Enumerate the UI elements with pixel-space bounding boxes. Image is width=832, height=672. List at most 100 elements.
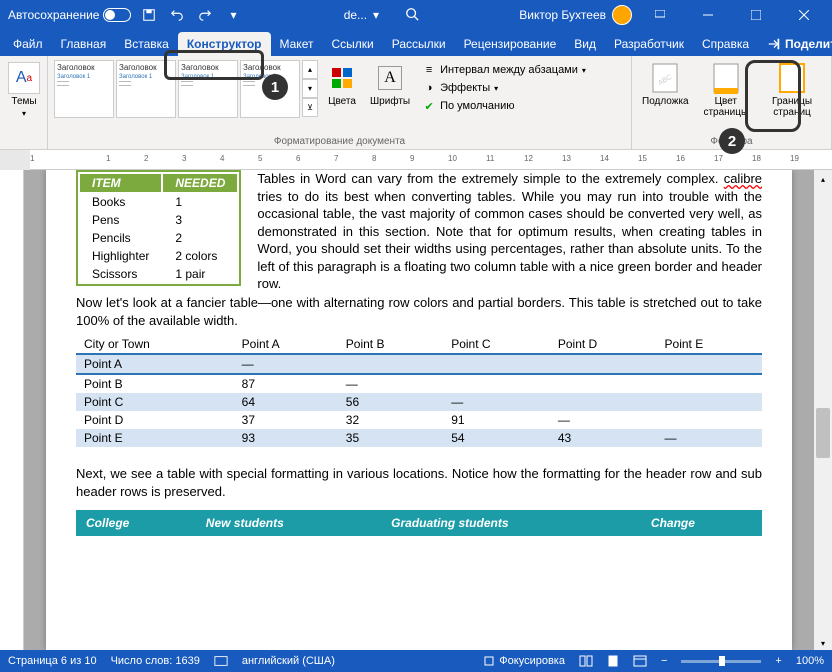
gallery-up-button[interactable]: ▴ [302, 60, 318, 79]
read-mode-button[interactable] [579, 655, 593, 667]
user-name: Виктор Бухтеев [519, 8, 606, 22]
page-color-label: Цвет страницы [701, 96, 751, 118]
effects-icon: ◑ [422, 81, 436, 95]
autosave-toggle[interactable]: Автосохранение [8, 8, 131, 22]
table-row: Point E93355443— [76, 429, 762, 447]
tab-help[interactable]: Справка [693, 32, 758, 56]
style-item[interactable]: ЗаголовокЗаголовок 1━━━━━━━━━━ [54, 60, 114, 118]
vertical-scrollbar[interactable]: ▴ ▾ [814, 170, 832, 652]
title-dropdown-icon[interactable]: ▾ [373, 8, 379, 22]
paragraph[interactable]: Now let's look at a fancier table—one wi… [76, 294, 762, 329]
page-borders-icon [776, 62, 808, 94]
ribbon-tabs: Файл Главная Вставка Конструктор Макет С… [0, 30, 832, 56]
print-layout-button[interactable] [607, 655, 619, 667]
redo-button[interactable] [195, 5, 215, 25]
avatar-icon [612, 5, 632, 25]
set-default-button[interactable]: ✔ По умолчанию [420, 98, 588, 114]
table-header: NEEDED [163, 174, 237, 192]
vertical-ruler[interactable] [0, 170, 24, 652]
themes-button[interactable]: Aa Темы ▾ [6, 60, 42, 147]
web-layout-button[interactable] [633, 655, 647, 667]
table-header: Point D [550, 335, 657, 354]
titlebar: Автосохранение ▾ de... ▾ Виктор Бухтеев [0, 0, 832, 30]
fancy-table[interactable]: City or TownPoint APoint BPoint CPoint D… [76, 335, 762, 447]
tab-insert[interactable]: Вставка [115, 32, 178, 56]
statusbar: Страница 6 из 10 Число слов: 1639 англий… [0, 650, 832, 672]
save-button[interactable] [139, 5, 159, 25]
document-scroll[interactable]: ITEMNEEDED Books1 Pens3 Pencils2 Highlig… [24, 170, 814, 652]
items-table[interactable]: ITEMNEEDED Books1 Pens3 Pencils2 Highlig… [76, 170, 241, 286]
table-row: Point C6456— [76, 393, 762, 411]
table-header: City or Town [76, 335, 234, 354]
ribbon: Aa Темы ▾ ЗаголовокЗаголовок 1━━━━━━━━━━… [0, 56, 832, 150]
colors-button[interactable]: Цвета [322, 60, 362, 134]
table-header: Change [641, 510, 762, 536]
scroll-up-button[interactable]: ▴ [814, 170, 832, 188]
para-spacing-label: Интервал между абзацами [440, 64, 578, 76]
tab-view[interactable]: Вид [565, 32, 605, 56]
table-row: Pens3 [80, 212, 237, 228]
minimize-button[interactable] [688, 0, 728, 30]
close-button[interactable] [784, 0, 824, 30]
tab-developer[interactable]: Разработчик [605, 32, 693, 56]
tab-mailings[interactable]: Рассылки [383, 32, 455, 56]
fonts-icon: A [374, 62, 406, 94]
table-row: Books1 [80, 194, 237, 210]
table-header: Point E [657, 335, 762, 354]
tab-layout[interactable]: Макет [271, 32, 323, 56]
paragraph-spacing-button[interactable]: ≡ Интервал между абзацами ▾ [420, 62, 588, 78]
search-icon[interactable] [405, 7, 419, 24]
word-count[interactable]: Число слов: 1639 [111, 655, 200, 667]
default-label: По умолчанию [440, 100, 514, 112]
spellcheck-button[interactable] [214, 654, 228, 668]
language-button[interactable]: английский (США) [242, 655, 335, 667]
tab-file[interactable]: Файл [4, 32, 52, 56]
tab-references[interactable]: Ссылки [322, 32, 382, 56]
table-header: Point C [443, 335, 550, 354]
page-indicator[interactable]: Страница 6 из 10 [8, 655, 97, 667]
table-row: Point B87— [76, 374, 762, 393]
maximize-button[interactable] [736, 0, 776, 30]
tab-home[interactable]: Главная [52, 32, 116, 56]
horizontal-ruler[interactable]: 112345678910111213141516171819 [0, 150, 832, 170]
page-borders-button[interactable]: Границы страниц [759, 60, 825, 134]
zoom-level[interactable]: 100% [796, 655, 824, 667]
doc-title: de... [344, 8, 367, 22]
zoom-in-button[interactable]: + [775, 655, 781, 667]
ribbon-display-button[interactable] [640, 0, 680, 30]
gallery-more-button[interactable]: ⊻ [302, 98, 318, 117]
annotation-callout-1: 1 [262, 74, 288, 100]
zoom-out-button[interactable]: − [661, 655, 667, 667]
page[interactable]: ITEMNEEDED Books1 Pens3 Pencils2 Highlig… [46, 170, 792, 650]
style-item[interactable]: ЗаголовокЗаголовок 1━━━━━━━━━━ [178, 60, 238, 118]
undo-button[interactable] [167, 5, 187, 25]
spelling-error[interactable]: calibre [724, 171, 762, 186]
watermark-button[interactable]: ABC Подложка [638, 60, 693, 134]
table-header: Point B [338, 335, 443, 354]
zoom-slider[interactable] [681, 660, 761, 663]
focus-mode-button[interactable]: Фокусировка [483, 655, 565, 667]
qat-dropdown[interactable]: ▾ [223, 5, 243, 25]
table-row: Point A— [76, 354, 762, 374]
table-header: Graduating students [381, 510, 641, 536]
teal-table[interactable]: CollegeNew studentsGraduating studentsCh… [76, 510, 762, 536]
paragraph[interactable]: Next, we see a table with special format… [76, 465, 762, 500]
style-item[interactable]: ЗаголовокЗаголовок 1━━━━━━━━━━ [116, 60, 176, 118]
fonts-button[interactable]: A Шрифты [366, 60, 414, 134]
effects-label: Эффекты [440, 82, 490, 94]
table-row: Point D373291— [76, 411, 762, 429]
page-color-icon [710, 62, 742, 94]
tab-design[interactable]: Конструктор [178, 32, 271, 56]
scroll-thumb[interactable] [816, 408, 830, 458]
effects-button[interactable]: ◑ Эффекты ▾ [420, 80, 588, 96]
themes-label: Темы [11, 96, 36, 107]
tab-review[interactable]: Рецензирование [455, 32, 566, 56]
page-color-button[interactable]: Цвет страницы [697, 60, 755, 134]
scroll-track[interactable] [814, 188, 832, 634]
gallery-down-button[interactable]: ▾ [302, 79, 318, 98]
share-button[interactable]: Поделиться [758, 32, 832, 56]
toggle-switch-icon [103, 8, 131, 22]
user-account[interactable]: Виктор Бухтеев [519, 5, 632, 25]
table-row: Highlighter2 colors [80, 248, 237, 264]
table-row: Pencils2 [80, 230, 237, 246]
